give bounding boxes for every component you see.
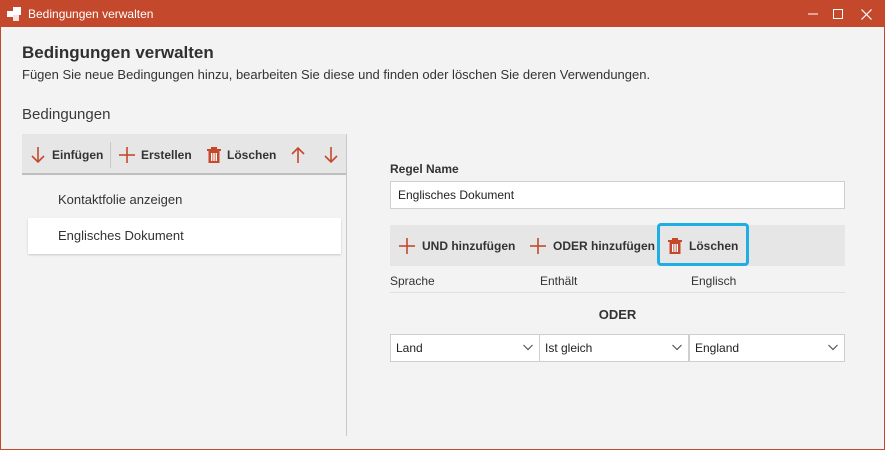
close-icon [860, 8, 872, 20]
chevron-down-icon [828, 344, 838, 351]
minimize-button[interactable] [799, 1, 827, 27]
list-item-selected[interactable]: Englisches Dokument [28, 218, 341, 254]
dialog-window: Bedingungen verwalten Bedingungen verwal… [0, 0, 885, 450]
create-label: Erstellen [141, 147, 192, 162]
row1-value[interactable]: Englisch [691, 274, 736, 288]
add-and-button[interactable]: UND hinzufügen [399, 225, 515, 266]
move-down-button[interactable] [323, 134, 345, 175]
rule-name-label: Regel Name [390, 162, 459, 176]
delete-condition-button[interactable]: Löschen [207, 134, 276, 175]
delete-condition-label: Löschen [227, 147, 277, 162]
minimize-icon [808, 13, 818, 15]
value-select[interactable]: England [689, 334, 845, 362]
row1-operator[interactable]: Enthält [540, 274, 577, 288]
chevron-down-icon [672, 344, 682, 351]
add-or-label: ODER hinzufügen [553, 238, 655, 253]
field-select[interactable]: Land [390, 334, 540, 362]
add-or-button[interactable]: ODER hinzufügen [530, 225, 655, 266]
maximize-button[interactable] [824, 1, 852, 27]
chevron-down-icon [523, 344, 533, 351]
delete-highlight-frame [657, 223, 749, 266]
app-icon [6, 6, 22, 22]
window-title: Bedingungen verwalten [28, 7, 154, 21]
insert-button[interactable]: Einfügen [30, 134, 103, 175]
list-item[interactable]: Kontaktfolie anzeigen [28, 182, 341, 218]
conditions-toolbar: Einfügen Erstellen Löschen [22, 134, 347, 175]
insert-label: Einfügen [52, 147, 104, 162]
close-button[interactable] [852, 1, 880, 27]
maximize-icon [833, 9, 843, 19]
conditions-section-label: Bedingungen [22, 106, 111, 123]
plus-icon [119, 146, 135, 163]
field-select-value: Land [396, 341, 423, 355]
rule-toolbar: UND hinzufügen ODER hinzufügen Löschen [390, 225, 845, 266]
arrow-down-icon [324, 146, 338, 163]
arrow-up-icon [291, 146, 305, 163]
trash-icon [207, 146, 221, 163]
arrow-down-icon [31, 146, 45, 163]
title-bar: Bedingungen verwalten [1, 1, 884, 27]
add-and-label: UND hinzufügen [422, 238, 516, 253]
page-subtitle: Fügen Sie neue Bedingungen hinzu, bearbe… [22, 67, 651, 82]
or-separator-label: ODER [598, 307, 637, 322]
plus-icon [399, 237, 415, 254]
row1-field[interactable]: Sprache [390, 274, 435, 288]
create-button[interactable]: Erstellen [119, 134, 192, 175]
toolbar-divider [110, 142, 111, 168]
move-up-button[interactable] [290, 134, 312, 175]
value-select-value: England [695, 341, 740, 355]
operator-select-value: Ist gleich [545, 341, 593, 355]
row-divider [390, 292, 845, 293]
plus-icon [530, 237, 546, 254]
page-title: Bedingungen verwalten [22, 43, 214, 62]
operator-select[interactable]: Ist gleich [539, 334, 689, 362]
panel-divider [346, 134, 347, 436]
rule-name-input[interactable] [390, 181, 845, 209]
